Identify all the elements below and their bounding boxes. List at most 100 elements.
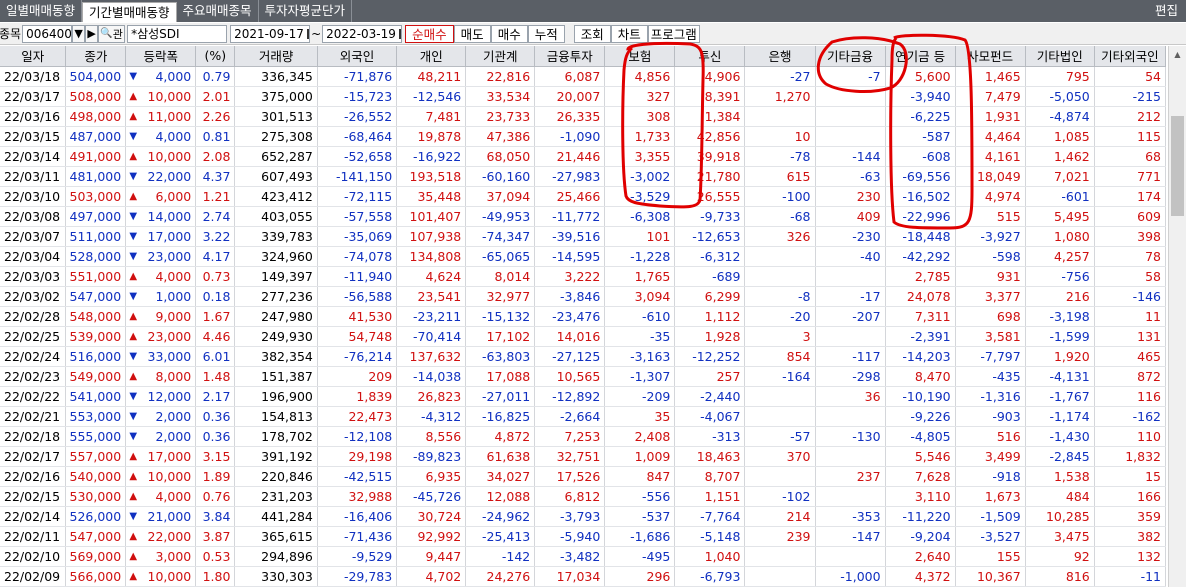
table-header: 일자 종가 등락폭 (%) 거래량 외국인 개인 기관계 금융투자 보험 투신 은행 기타금융 연기금 등… [0, 46, 1167, 67]
table-row[interactable]: 22/03/17 508,000 ▲ 10,000 2.01 375,000 -15,723… [0, 86, 1167, 107]
up-triangle-icon: ▲ [129, 110, 138, 122]
table-row[interactable]: 22/03/18 504,000 ▼ 4,000 0.79 336,345 -71,876 4… [0, 66, 1167, 87]
cell-other-finance [815, 266, 886, 287]
cell-other-finance [815, 126, 886, 147]
column-header-individual[interactable]: 개인 [396, 46, 467, 67]
table-row[interactable]: 22/02/23 549,000 ▲ 8,000 1.48 151,387 209 -14,0… [0, 366, 1167, 387]
cell-financial-investment: 20,007 [534, 86, 606, 107]
cell-other-corp: -1,767 [1025, 386, 1095, 407]
table-row[interactable]: 22/02/11 547,000 ▲ 22,000 3.87 365,615 -71,436… [0, 526, 1167, 547]
table-row[interactable]: 22/02/18 555,000 ▼ 2,000 0.36 178,702 -12,108 8… [0, 426, 1167, 447]
table-row[interactable]: 22/03/08 497,000 ▼ 14,000 2.74 403,055 -57,558… [0, 206, 1167, 227]
stock-code-input[interactable]: 006400 [22, 24, 73, 43]
column-header-other-foreign[interactable]: 기타외국인 [1094, 46, 1167, 67]
dropdown-arrow-icon[interactable]: ▼ [72, 24, 86, 43]
cell-other-foreign: 359 [1094, 506, 1167, 527]
column-header-bank[interactable]: 은행 [744, 46, 816, 67]
table-row[interactable]: 22/02/28 548,000 ▲ 9,000 1.67 247,980 41,530 -2… [0, 306, 1167, 327]
table-row[interactable]: 22/03/07 511,000 ▼ 17,000 3.22 339,783 -35,069… [0, 226, 1167, 247]
mode-net-buy[interactable]: 순매수 [405, 24, 454, 43]
search-button-label: 관 [112, 27, 123, 41]
mode-buy[interactable]: 매수 [490, 24, 528, 43]
cell-bank: -102 [744, 486, 816, 507]
table-row[interactable]: 22/02/14 526,000 ▼ 21,000 3.84 441,284 -16,406… [0, 506, 1167, 527]
mode-cumulative[interactable]: 누적 [527, 24, 565, 43]
table-row[interactable]: 22/02/09 566,000 ▲ 10,000 1.80 330,303 -29,783… [0, 566, 1167, 587]
cell-foreign: -72,115 [317, 186, 398, 207]
table-row[interactable]: 22/03/04 528,000 ▼ 23,000 4.17 324,960 -74,078… [0, 246, 1167, 267]
cell-pension: 3,110 [885, 486, 956, 507]
table-row[interactable]: 22/03/11 481,000 ▼ 22,000 4.37 607,493 -141,15… [0, 166, 1167, 187]
cell-pct: 1.67 [195, 306, 236, 327]
cell-change: ▼ 2,000 [125, 426, 197, 447]
next-arrow-icon[interactable]: ▶ [85, 24, 99, 43]
column-header-change[interactable]: 등락폭 [125, 46, 197, 67]
cell-other-finance: -17 [815, 286, 886, 307]
calendar-icon[interactable] [306, 28, 309, 39]
column-header-trust[interactable]: 투신 [674, 46, 746, 67]
table-row[interactable]: 22/02/21 553,000 ▼ 2,000 0.36 154,813 22,473 -4… [0, 406, 1167, 427]
table-row[interactable]: 22/02/22 541,000 ▼ 12,000 2.17 196,900 1,839 26… [0, 386, 1167, 407]
program-button[interactable]: 프로그램 [647, 24, 700, 43]
tab-investor-avg-price[interactable]: 투자자평균단가 [259, 0, 353, 22]
table-row[interactable]: 22/02/17 557,000 ▲ 17,000 3.15 391,192 29,198-… [0, 446, 1167, 467]
table-row[interactable]: 22/02/24 516,000 ▼ 33,000 6.01 382,354 -76,214… [0, 346, 1167, 367]
search-button[interactable]: 🔍 관 [98, 24, 126, 43]
cell-change: ▼ 1,000 [125, 286, 197, 307]
cell-institution: -142 [465, 546, 536, 567]
date-to-input[interactable]: 2022-03-19 [322, 24, 403, 43]
column-header-date[interactable]: 일자 [0, 46, 67, 67]
cell-trust: 1,151 [674, 486, 746, 507]
table-row[interactable]: 22/03/16 498,000 ▲ 11,000 2.26 301,513 -26,552… [0, 106, 1167, 127]
cell-trust: -6,793 [674, 566, 746, 587]
cell-volume: 330,303 [234, 566, 318, 587]
edit-button[interactable]: 편집 [1147, 0, 1186, 22]
column-header-close[interactable]: 종가 [65, 46, 127, 67]
query-button[interactable]: 조회 [573, 24, 611, 43]
vertical-scrollbar[interactable]: ▲ [1168, 46, 1186, 587]
column-header-insurance[interactable]: 보험 [604, 46, 676, 67]
cell-financial-investment: -3,482 [534, 546, 606, 567]
chart-button[interactable]: 차트 [610, 24, 648, 43]
table-row[interactable]: 22/03/02 547,000 ▼ 1,000 0.18 277,236 -56,588 2… [0, 286, 1167, 307]
calendar-icon[interactable] [398, 28, 401, 39]
cell-bank: 10 [744, 126, 816, 147]
cell-change-value: 12,000 [147, 388, 192, 404]
cell-volume: 301,513 [234, 106, 318, 127]
mode-sell[interactable]: 매도 [453, 24, 491, 43]
tab-period-trading[interactable]: 기간별매매동향 [82, 2, 177, 22]
column-header-volume[interactable]: 거래량 [234, 46, 318, 67]
column-header-institution[interactable]: 기관계 [465, 46, 536, 67]
cell-close: 540,000 [65, 466, 127, 487]
column-header-other-finance[interactable]: 기타금융 [815, 46, 886, 67]
cell-insurance: 4,856 [604, 66, 676, 87]
table-row[interactable]: 22/02/15 530,000 ▲ 4,000 0.76 231,203 32,988 -4… [0, 486, 1167, 507]
tab-major-stocks[interactable]: 주요매매종목 [177, 0, 259, 22]
column-header-financial-investment[interactable]: 금융투자 [534, 46, 606, 67]
date-from-input[interactable]: 2021-09-17 [230, 24, 311, 43]
cell-private-fund: -1,316 [955, 386, 1026, 407]
cell-pension: -608 [885, 146, 956, 167]
column-header-pct[interactable]: (%) [195, 46, 236, 67]
table-row[interactable]: 22/02/25 539,000 ▲ 23,000 4.46 249,930 54,748-… [0, 326, 1167, 347]
cell-change: ▲ 23,000 [125, 326, 197, 347]
down-triangle-icon: ▼ [129, 210, 138, 222]
column-header-private-fund[interactable]: 사모펀드 [955, 46, 1026, 67]
table-row[interactable]: 22/02/10 569,000 ▲ 3,000 0.53 294,896 -9,529 9,… [0, 546, 1167, 567]
cell-private-fund: 10,367 [955, 566, 1026, 587]
table-row[interactable]: 22/03/03 551,000 ▲ 4,000 0.73 149,397 -11,940 4… [0, 266, 1167, 287]
cell-institution: -49,953 [465, 206, 536, 227]
column-header-foreign[interactable]: 외국인 [317, 46, 398, 67]
table-row[interactable]: 22/03/10 503,000 ▲ 6,000 1.21 423,412 -72,115 3… [0, 186, 1167, 207]
table-row[interactable]: 22/03/14 491,000 ▲ 10,000 2.08 652,287 -52,658… [0, 146, 1167, 167]
cell-change-value: 23,000 [147, 328, 192, 344]
column-header-pension[interactable]: 연기금 등 [885, 46, 956, 67]
tab-daily-trading[interactable]: 일별매매동향 [0, 0, 83, 22]
table-row[interactable]: 22/02/16 540,000 ▲ 10,000 1.89 220,846 -42,515… [0, 466, 1167, 487]
scroll-up-icon[interactable]: ▲ [1169, 46, 1186, 63]
stock-name-input[interactable]: *삼성SDI [127, 24, 228, 43]
cell-insurance: 2,408 [604, 426, 676, 447]
column-header-other-corp[interactable]: 기타법인 [1025, 46, 1095, 67]
scroll-thumb[interactable] [1171, 116, 1184, 216]
table-row[interactable]: 22/03/15 487,000 ▼ 4,000 0.81 275,308 -68,464 1… [0, 126, 1167, 147]
